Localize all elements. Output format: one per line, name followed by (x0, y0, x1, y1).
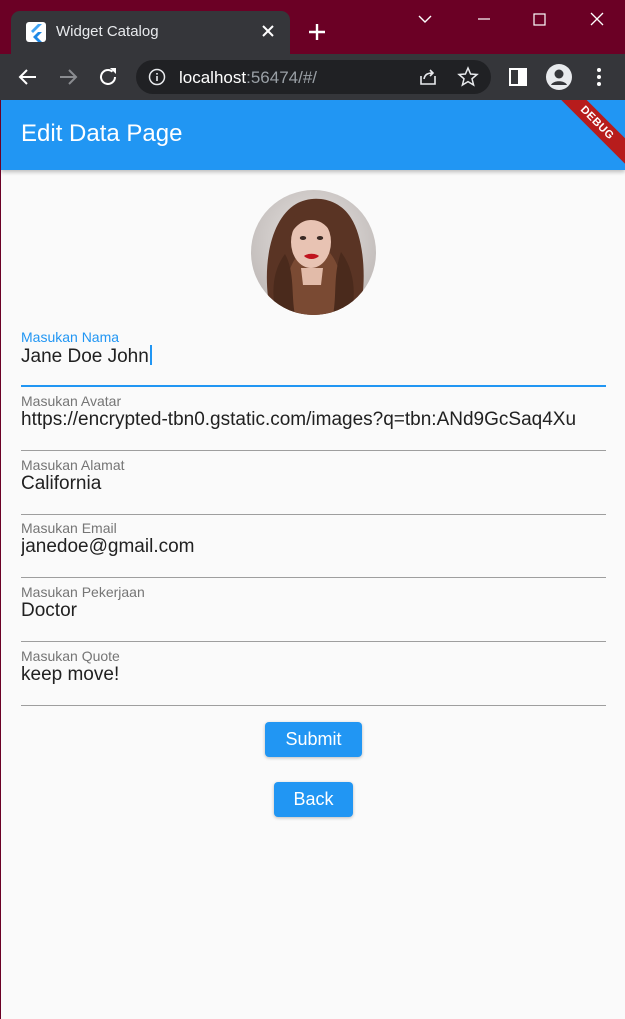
name-input-value: Jane Doe John (21, 346, 149, 367)
email-field[interactable]: Masukan Email janedoe@gmail.com (21, 520, 606, 578)
info-icon[interactable] (148, 68, 166, 86)
tab-strip: Widget Catalog (0, 0, 625, 54)
address-input[interactable]: California (21, 473, 606, 495)
minimize-icon[interactable] (461, 6, 505, 34)
name-field[interactable]: Masukan Nama Jane Doe John (21, 329, 606, 387)
quote-field-underline (21, 705, 606, 706)
page-content: Edit Data Page DEBUG Masukan Nama Jane D… (1, 100, 625, 1019)
arrow-right-icon[interactable] (54, 63, 82, 91)
address-field[interactable]: Masukan Alamat California (21, 457, 606, 515)
profile-icon[interactable] (546, 64, 572, 90)
maximize-icon[interactable] (517, 6, 561, 34)
close-icon[interactable] (258, 20, 278, 42)
name-input[interactable]: Jane Doe John (21, 345, 606, 368)
text-caret (149, 345, 152, 365)
occupation-field-label: Masukan Pekerjaan (21, 584, 145, 600)
occupation-field-underline (21, 641, 606, 642)
avatar-input[interactable]: https://encrypted-tbn0.gstatic.com/image… (21, 409, 606, 431)
browser-toolbar: localhost:56474/#/ (0, 54, 625, 100)
url-host: localhost (179, 68, 247, 87)
name-field-label: Masukan Nama (21, 329, 120, 345)
kebab-menu-icon[interactable] (587, 65, 611, 89)
url-text: localhost:56474/#/ (179, 68, 317, 88)
address-bar[interactable]: localhost:56474/#/ (136, 60, 491, 94)
arrow-left-icon[interactable] (14, 63, 42, 91)
share-icon[interactable] (416, 65, 440, 89)
occupation-input[interactable]: Doctor (21, 600, 606, 622)
name-field-underline (21, 385, 606, 387)
browser-window: Widget Catalog localhost:56474/#/ Edit D… (0, 0, 625, 1019)
chevron-down-icon[interactable] (404, 6, 448, 34)
quote-field-label: Masukan Quote (21, 648, 120, 664)
avatar-field-label: Masukan Avatar (21, 393, 122, 409)
window-close-icon[interactable] (575, 6, 619, 34)
side-panel-icon[interactable] (506, 65, 530, 89)
avatar-field[interactable]: Masukan Avatar https://encrypted-tbn0.gs… (21, 393, 606, 451)
browser-tab[interactable]: Widget Catalog (11, 11, 290, 54)
url-path: :56474/#/ (246, 68, 318, 87)
page-title: Edit Data Page (21, 120, 183, 147)
quote-input[interactable]: keep move! (21, 664, 606, 686)
email-field-underline (21, 577, 606, 578)
occupation-field[interactable]: Masukan Pekerjaan Doctor (21, 584, 606, 642)
address-field-underline (21, 514, 606, 515)
email-field-label: Masukan Email (21, 520, 117, 536)
submit-button[interactable]: Submit (265, 722, 362, 757)
avatar (251, 190, 376, 315)
app-bar: Edit Data Page (1, 100, 625, 170)
tab-title: Widget Catalog (56, 23, 159, 40)
star-icon[interactable] (456, 65, 480, 89)
avatar-field-underline (21, 450, 606, 451)
flutter-icon (26, 22, 46, 42)
reload-icon[interactable] (94, 63, 122, 91)
address-field-label: Masukan Alamat (21, 457, 125, 473)
quote-field[interactable]: Masukan Quote keep move! (21, 648, 606, 706)
plus-icon[interactable] (303, 18, 331, 46)
email-input[interactable]: janedoe@gmail.com (21, 536, 606, 558)
back-button[interactable]: Back (274, 782, 353, 817)
